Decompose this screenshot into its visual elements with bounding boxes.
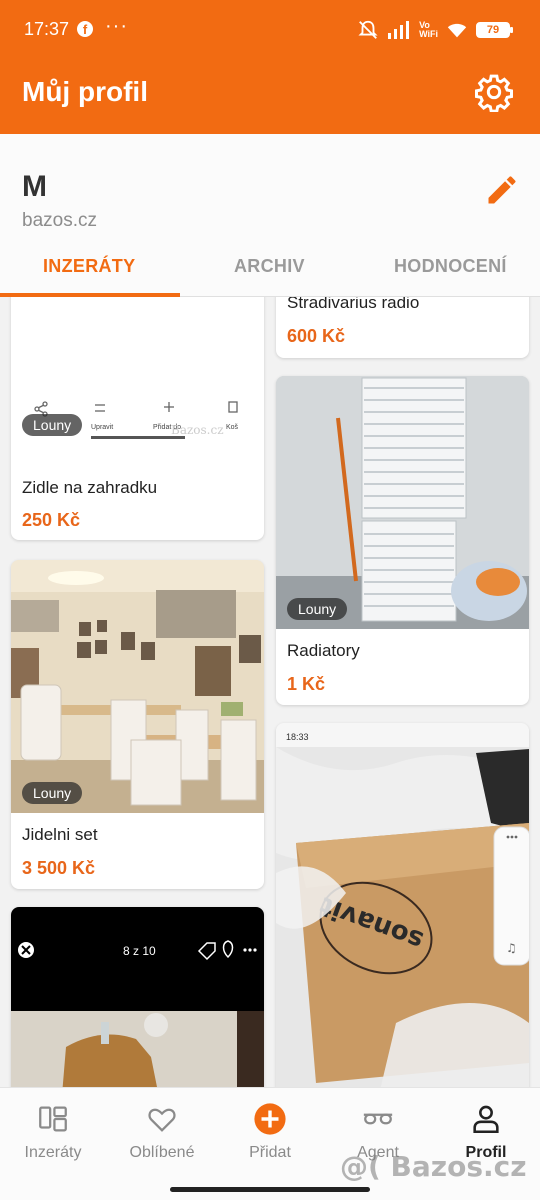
tab-inzeraty[interactable]: INZERÁTY bbox=[43, 256, 135, 277]
bottom-navigation: Inzeráty Oblíbené Přidat Agent Profil @(… bbox=[0, 1087, 540, 1200]
listing-photo[interactable]: 18:33 sonavit ♫ bbox=[276, 723, 529, 1087]
wifi-icon bbox=[447, 23, 467, 38]
listing-title[interactable]: Jidelni set bbox=[22, 825, 98, 845]
profile-header: M bazos.cz INZERÁTY ARCHIV HODNOCENÍ bbox=[0, 134, 540, 297]
photo-watermark: Bazos.cz bbox=[171, 423, 224, 437]
settings-gear-icon[interactable] bbox=[474, 72, 514, 112]
listing-card[interactable]: Stradivarius radio 600 Kč bbox=[276, 297, 529, 358]
page-title: Můj profil bbox=[22, 76, 148, 107]
profile-name: M bbox=[22, 170, 47, 203]
edit-pencil-icon[interactable] bbox=[484, 172, 520, 208]
status-time: 17:37 bbox=[24, 19, 70, 39]
heart-icon bbox=[148, 1108, 176, 1132]
location-badge: Louny bbox=[287, 598, 348, 620]
listing-photo[interactable]: Louny bbox=[276, 376, 529, 629]
status-bar: 17:37 f ··· Vo WiFi 79 bbox=[0, 0, 540, 60]
listing-price: 3 500 Kč bbox=[22, 858, 96, 878]
listing-price: 600 Kč bbox=[287, 326, 346, 346]
listing-photo[interactable]: 8 z 10 bbox=[11, 907, 264, 1087]
listings-grid[interactable]: Upravit Přidat do Koš Bazos.cz Louny Zid… bbox=[0, 297, 540, 1087]
bazos-watermark: @( Bazos.cz bbox=[340, 1150, 527, 1183]
nav-inzeraty-label: Inzeráty bbox=[24, 1144, 82, 1161]
signal-icon bbox=[388, 21, 410, 39]
location-badge: Louny bbox=[22, 782, 83, 804]
tab-hodnoceni[interactable]: HODNOCENÍ bbox=[394, 256, 507, 277]
home-indicator bbox=[170, 1187, 370, 1192]
app-bar: Můj profil bbox=[0, 60, 540, 134]
battery-icon: 79 bbox=[476, 22, 513, 38]
listing-card[interactable]: 18:33 sonavit ♫ bbox=[276, 723, 529, 1087]
profile-tabs: INZERÁTY ARCHIV HODNOCENÍ bbox=[0, 244, 540, 297]
profile-site: bazos.cz bbox=[22, 210, 97, 231]
tab-archiv[interactable]: ARCHIV bbox=[234, 256, 305, 277]
photo-counter: 8 z 10 bbox=[123, 944, 156, 958]
vowifi-indicator: Vo WiFi bbox=[419, 21, 438, 39]
radiator-photo bbox=[276, 376, 529, 629]
location-badge: Louny bbox=[22, 414, 83, 436]
listing-photo[interactable]: Upravit Přidat do Koš Bazos.cz Louny bbox=[11, 297, 264, 459]
listing-card[interactable]: Upravit Přidat do Koš Bazos.cz Louny Zid… bbox=[11, 297, 264, 540]
listing-title[interactable]: Radiatory bbox=[287, 641, 360, 661]
listing-card[interactable]: Louny Jidelni set 3 500 Kč bbox=[11, 560, 264, 889]
nav-oblibene[interactable]: Oblíbené bbox=[112, 1102, 212, 1172]
nav-inzeraty[interactable]: Inzeráty bbox=[3, 1102, 103, 1172]
screen: 17:37 f ··· Vo WiFi 79 Můj profil M bazo… bbox=[0, 0, 540, 1200]
photo-statusbar-time: 18:33 bbox=[286, 732, 309, 742]
nav-pridat[interactable]: Přidat bbox=[220, 1102, 320, 1172]
vowifi-bottom: WiFi bbox=[419, 29, 438, 39]
listing-price: 1 Kč bbox=[287, 674, 326, 694]
facebook-notification-icon: f bbox=[77, 21, 93, 37]
listing-photo[interactable]: Louny bbox=[11, 560, 264, 813]
music-note-icon: ♫ bbox=[506, 941, 517, 955]
add-circle-icon bbox=[254, 1103, 286, 1135]
listing-card[interactable]: 8 z 10 bbox=[11, 907, 264, 1087]
glasses-icon bbox=[363, 1113, 393, 1125]
status-icons: Vo WiFi 79 bbox=[357, 18, 513, 42]
gallery-screenshot-photo: 8 z 10 bbox=[11, 907, 264, 1087]
listing-title[interactable]: Zidle na zahradku bbox=[22, 478, 157, 498]
nav-oblibene-label: Oblíbené bbox=[129, 1144, 195, 1161]
nav-pridat-label: Přidat bbox=[249, 1144, 291, 1161]
thumb-action-trash: Koš bbox=[226, 424, 239, 431]
more-notifications-icon: ··· bbox=[105, 15, 128, 37]
listing-card[interactable]: Louny Radiatory 1 Kč bbox=[276, 376, 529, 705]
listing-title[interactable]: Stradivarius radio bbox=[287, 297, 419, 313]
thumb-action-edit: Upravit bbox=[91, 424, 113, 431]
listing-price: 250 Kč bbox=[22, 510, 81, 530]
packaging-photo: 18:33 sonavit ♫ bbox=[276, 723, 529, 1087]
person-icon bbox=[473, 1105, 499, 1134]
dining-set-photo bbox=[11, 560, 264, 813]
grid-icon bbox=[39, 1106, 67, 1132]
mute-icon bbox=[358, 20, 378, 39]
